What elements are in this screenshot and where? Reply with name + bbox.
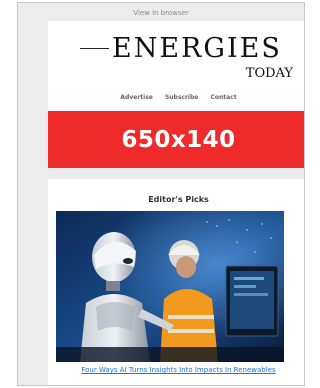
ad-banner[interactable]: 650x140	[48, 111, 304, 168]
article-link[interactable]: Four Ways AI Turns Insights Into Impacts…	[48, 366, 304, 374]
logo-dash	[80, 48, 109, 49]
logo-sub-text: TODAY	[245, 66, 293, 81]
logo-main-text: ENERGIES	[112, 33, 282, 64]
view-in-browser-link[interactable]: View in browser	[18, 9, 304, 17]
article-hero-image[interactable]	[56, 211, 284, 362]
nav-subscribe-link[interactable]: Subscribe	[165, 94, 198, 101]
nav-advertise-link[interactable]: Advertise	[120, 94, 152, 101]
logo-card: ENERGIES TODAY Advertise Subscribe Conta…	[48, 21, 304, 111]
editors-picks-card: Editor's Picks Four Ways AI Turns Insigh…	[48, 179, 304, 385]
email-frame: View in browser ENERGIES TODAY Advertise…	[17, 2, 305, 386]
nav-contact-link[interactable]: Contact	[210, 94, 236, 101]
nav-links: Advertise Subscribe Contact	[48, 94, 304, 101]
editors-picks-title: Editor's Picks	[148, 195, 209, 204]
